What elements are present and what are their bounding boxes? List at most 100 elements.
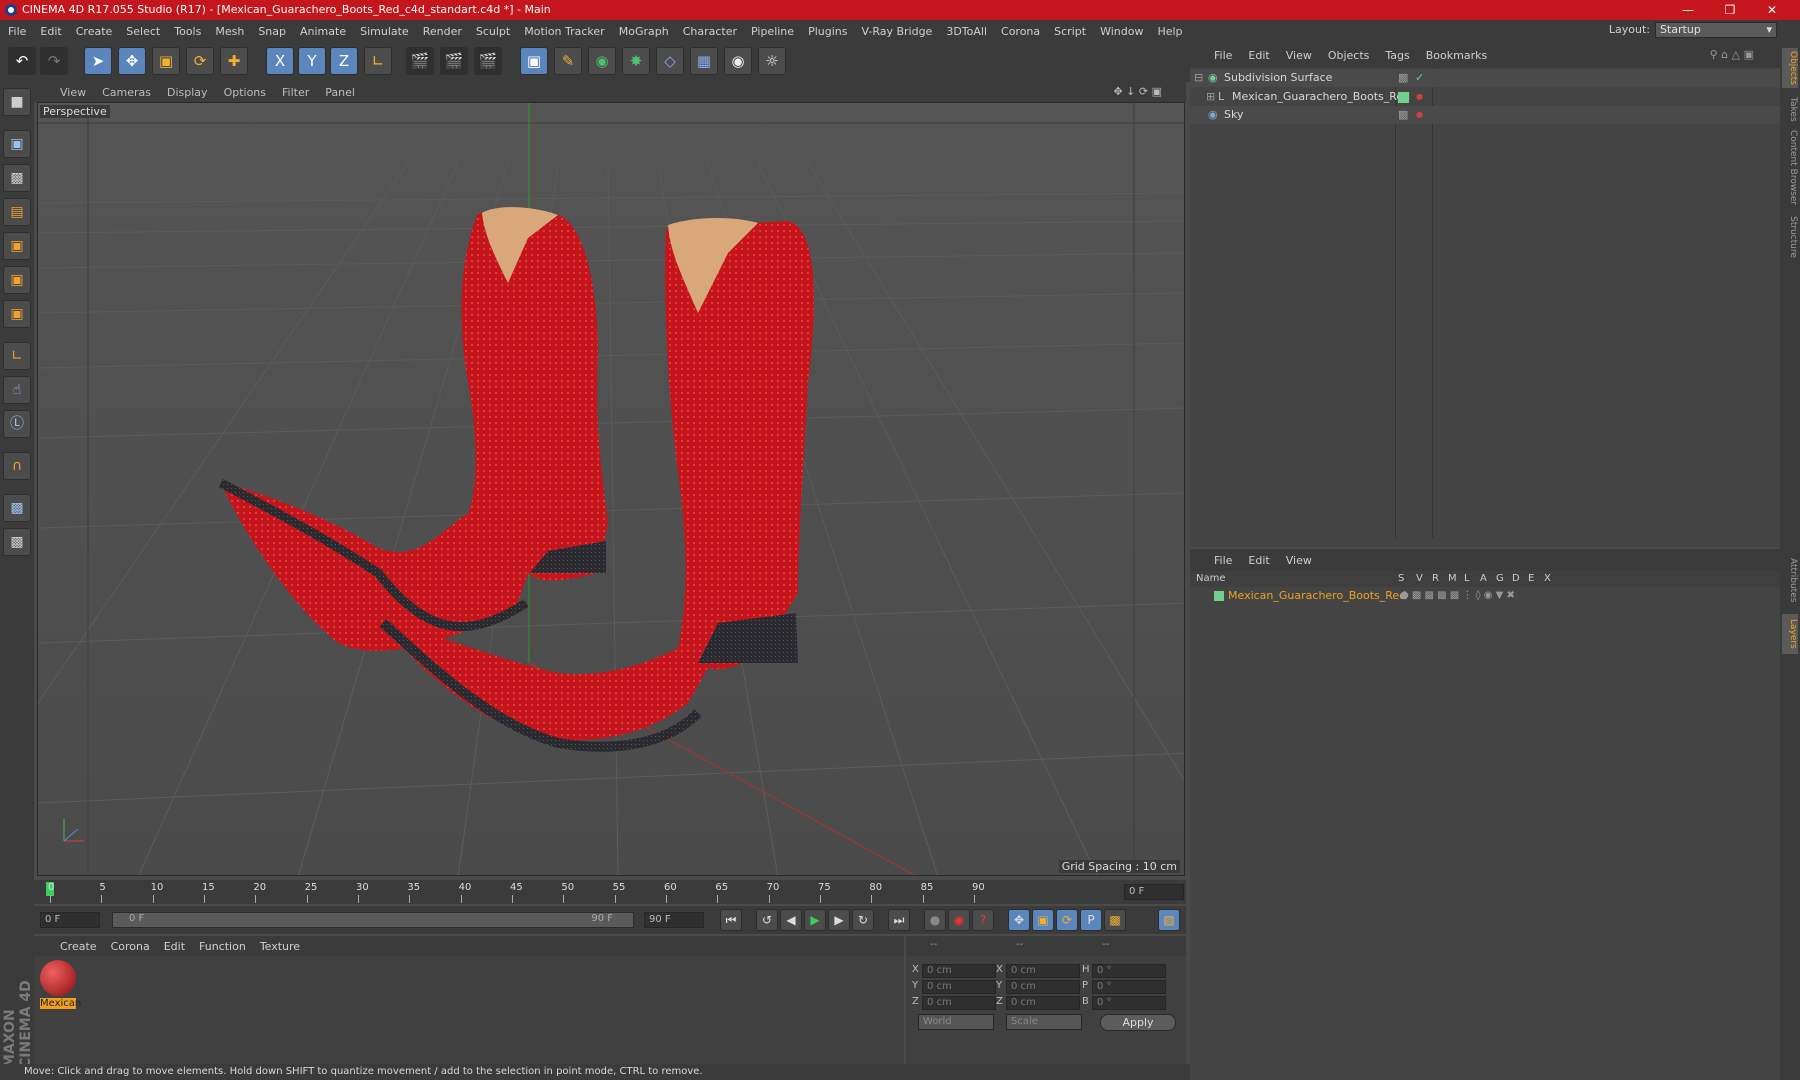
start-frame-field[interactable]: 0 F	[40, 912, 100, 928]
material-menu-edit[interactable]: Edit	[164, 940, 185, 953]
menu-render[interactable]: Render	[423, 25, 462, 38]
menu-character[interactable]: Character	[683, 25, 737, 38]
magnet-button[interactable]: ∩	[3, 452, 31, 480]
scale-dropdown[interactable]: Scale	[1006, 1014, 1082, 1030]
current-frame-field[interactable]: 0 F	[1124, 884, 1184, 900]
objects-menu-objects[interactable]: Objects	[1328, 49, 1370, 62]
go-to-end-button[interactable]: ⏭	[888, 909, 910, 931]
tab-structure[interactable]: Structure	[1782, 212, 1798, 262]
key-position-button[interactable]: ✥	[1008, 909, 1030, 931]
layer-color-swatch[interactable]	[1398, 92, 1409, 103]
menu-script[interactable]: Script	[1054, 25, 1086, 38]
viewport-camera-label[interactable]: Perspective	[40, 105, 110, 118]
3d-viewport[interactable]: Perspective Grid Spacing : 10 cm	[37, 102, 1185, 876]
column-manager[interactable]: M	[1448, 571, 1457, 587]
z-axis-button[interactable]: Z	[330, 47, 358, 75]
menu-select[interactable]: Select	[126, 25, 160, 38]
objects-menu-tags[interactable]: Tags	[1385, 49, 1409, 62]
menu-mesh[interactable]: Mesh	[215, 25, 244, 38]
layer-row[interactable]: Mexican_Guarachero_Boots_Red ● ▩ ▩ ▩ ▩ ⋮…	[1190, 587, 1780, 605]
apply-button[interactable]: Apply	[1100, 1014, 1176, 1031]
visibility-icon[interactable]: ▩	[1398, 106, 1408, 124]
viewport-menu-filter[interactable]: Filter	[282, 86, 309, 99]
coord-value-field[interactable]: 0 °	[1092, 980, 1166, 994]
expand-icon[interactable]: ⊞	[1206, 88, 1215, 106]
objects-menu-bookmarks[interactable]: Bookmarks	[1426, 49, 1487, 62]
menu-mograph[interactable]: MoGraph	[619, 25, 669, 38]
column-generators[interactable]: G	[1496, 571, 1504, 587]
enabled-check-icon[interactable]: ✓	[1415, 69, 1424, 87]
record-keys-button[interactable]: ◉	[948, 909, 970, 931]
redo-button[interactable]: ↷	[40, 47, 68, 75]
coord-value-field[interactable]: 0 cm	[922, 980, 996, 994]
column-locked[interactable]: L	[1464, 571, 1470, 587]
menu-snap[interactable]: Snap	[258, 25, 286, 38]
live-selection-button[interactable]: ✚	[220, 47, 248, 75]
camera-button[interactable]: ◉	[724, 47, 752, 75]
polygons-mode-button[interactable]: ▣	[3, 300, 31, 328]
key-scale-button[interactable]: ▣	[1032, 909, 1054, 931]
floor-button[interactable]: ▦	[690, 47, 718, 75]
menu-3dtoall[interactable]: 3DToAll	[946, 25, 987, 38]
viewport-menu-cameras[interactable]: Cameras	[102, 86, 151, 99]
object-manager-nav-icons[interactable]: ⚲ ⌂ △ ▣	[1710, 48, 1754, 61]
layers-menu-view[interactable]: View	[1286, 554, 1312, 567]
column-xref[interactable]: X	[1544, 571, 1551, 587]
layer-flag-icons[interactable]: ● ▩ ▩ ▩ ▩ ⋮ ◊ ◉ ▼ ✖	[1400, 587, 1515, 605]
column-deformers[interactable]: D	[1512, 571, 1520, 587]
viewport-menu-display[interactable]: Display	[167, 86, 208, 99]
edges-mode-button[interactable]: ▣	[3, 266, 31, 294]
mograph-cloner-button[interactable]: ✸	[622, 47, 650, 75]
coord-value-field[interactable]: 0 cm	[1006, 964, 1080, 978]
object-row-boots[interactable]: ⊞ L Mexican_Guarachero_Boots_Red ●	[1190, 88, 1780, 106]
texture-mode-button[interactable]: ▩	[3, 164, 31, 192]
tab-layers[interactable]: Layers	[1782, 614, 1798, 654]
visibility-icon[interactable]: ▩	[1398, 69, 1408, 87]
coord-value-field[interactable]: 0 °	[1092, 996, 1166, 1010]
render-settings-button[interactable]: 🎬	[474, 47, 502, 75]
tweak-mode-button[interactable]: ☝	[3, 376, 31, 404]
minimize-icon[interactable]: —	[1668, 0, 1708, 20]
workplane-lock-button[interactable]: ▩	[3, 494, 31, 522]
render-view-button[interactable]: 🎬	[406, 47, 434, 75]
snap-button[interactable]: Ⓛ	[3, 410, 31, 438]
menu-help[interactable]: Help	[1157, 25, 1182, 38]
material-swatch[interactable]: Mexican	[40, 960, 81, 1010]
material-menu-texture[interactable]: Texture	[260, 940, 300, 953]
menu-motion-tracker[interactable]: Motion Tracker	[524, 25, 604, 38]
objects-menu-view[interactable]: View	[1286, 49, 1312, 62]
coord-value-field[interactable]: 0 cm	[1006, 980, 1080, 994]
tab-content-browser[interactable]: Content Browser	[1782, 130, 1798, 206]
points-mode-button[interactable]: ▣	[3, 232, 31, 260]
coordinate-system-button[interactable]: ∟	[364, 47, 392, 75]
tab-attributes[interactable]: Attributes	[1782, 552, 1798, 608]
scale-tool-button[interactable]: ▣	[152, 47, 180, 75]
viewport-menu-options[interactable]: Options	[224, 86, 266, 99]
deformer-button[interactable]: ◇	[656, 47, 684, 75]
render-picture-viewer-button[interactable]: 🎬	[440, 47, 468, 75]
rotate-tool-button[interactable]: ⟳	[186, 47, 214, 75]
column-render[interactable]: R	[1432, 571, 1439, 587]
material-menu-corona[interactable]: Corona	[111, 940, 150, 953]
key-rotation-button[interactable]: ⟳	[1056, 909, 1078, 931]
autokey-button[interactable]: ?	[972, 909, 994, 931]
play-button[interactable]: ▶	[804, 909, 826, 931]
make-editable-button[interactable]: ■	[3, 88, 31, 116]
previous-key-button[interactable]: ↺	[756, 909, 778, 931]
coord-value-field[interactable]: 0 cm	[922, 996, 996, 1010]
menu-pipeline[interactable]: Pipeline	[751, 25, 794, 38]
collapse-icon[interactable]: ⊟	[1194, 69, 1203, 87]
menu-edit[interactable]: Edit	[40, 25, 61, 38]
cube-object-button[interactable]: ▣	[520, 47, 548, 75]
material-menu-function[interactable]: Function	[199, 940, 246, 953]
light-button[interactable]: ☼	[758, 47, 786, 75]
next-key-button[interactable]: ↻	[852, 909, 874, 931]
menu-window[interactable]: Window	[1100, 25, 1143, 38]
coord-value-field[interactable]: 0 cm	[922, 964, 996, 978]
range-slider[interactable]: 0 F 90 F	[112, 912, 634, 928]
menu-corona[interactable]: Corona	[1001, 25, 1040, 38]
object-row-sky[interactable]: ◉ Sky ▩ ●	[1190, 106, 1780, 124]
undo-button[interactable]: ↶	[8, 47, 36, 75]
render-dot-icon[interactable]: ●	[1416, 106, 1423, 124]
viewport-menu-panel[interactable]: Panel	[325, 86, 355, 99]
